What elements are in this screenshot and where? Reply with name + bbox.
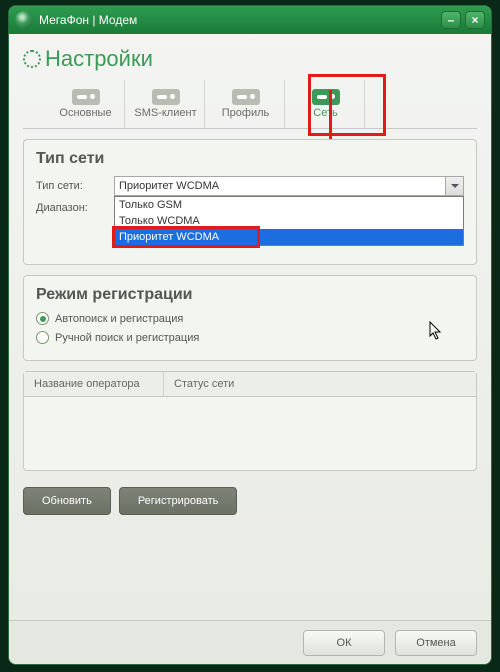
chevron-down-icon[interactable] bbox=[445, 177, 463, 195]
tab-network[interactable]: Сеть bbox=[287, 80, 365, 128]
tab-basic[interactable]: Основные bbox=[47, 80, 125, 128]
dropdown-option-selected[interactable]: Приоритет WCDMA bbox=[115, 229, 463, 245]
dropdown-option[interactable]: Только WCDMA bbox=[115, 213, 463, 229]
key-icon bbox=[312, 89, 340, 105]
tab-profile-label: Профиль bbox=[222, 107, 270, 119]
network-type-title: Тип сети bbox=[36, 150, 464, 168]
radio-icon bbox=[36, 312, 49, 325]
column-operator[interactable]: Название оператора bbox=[24, 372, 164, 396]
network-type-panel: Тип сети Тип сети: Приоритет WCDMA Тольк… bbox=[23, 139, 477, 265]
radio-icon bbox=[36, 331, 49, 344]
dropdown-option[interactable]: Только GSM bbox=[115, 197, 463, 213]
network-type-select[interactable]: Приоритет WCDMA bbox=[114, 176, 464, 196]
key-icon bbox=[232, 89, 260, 105]
minimize-button[interactable]: – bbox=[441, 11, 461, 29]
key-icon bbox=[72, 89, 100, 105]
operators-table: Название оператора Статус сети bbox=[23, 371, 477, 471]
key-icon bbox=[152, 89, 180, 105]
radio-manual[interactable]: Ручной поиск и регистрация bbox=[36, 331, 464, 344]
close-button[interactable]: × bbox=[465, 11, 485, 29]
tabs: Основные SMS-клиент Профиль Сеть bbox=[23, 80, 477, 129]
registration-title: Режим регистрации bbox=[36, 286, 464, 304]
tab-sms[interactable]: SMS-клиент bbox=[127, 80, 205, 128]
network-type-value: Приоритет WCDMA bbox=[119, 180, 219, 192]
column-status[interactable]: Статус сети bbox=[164, 372, 244, 396]
tab-network-label: Сеть bbox=[313, 107, 337, 119]
radio-auto[interactable]: Автопоиск и регистрация bbox=[36, 312, 464, 325]
page-title: Настройки bbox=[23, 46, 477, 72]
content-area: Настройки Основные SMS-клиент Профиль Се… bbox=[9, 34, 491, 515]
megafon-logo-icon bbox=[15, 11, 33, 29]
cancel-button[interactable]: Отмена bbox=[395, 630, 477, 656]
radio-manual-label: Ручной поиск и регистрация bbox=[55, 332, 199, 344]
ok-button[interactable]: ОК bbox=[303, 630, 385, 656]
page-title-text: Настройки bbox=[45, 46, 153, 72]
register-button[interactable]: Регистрировать bbox=[119, 487, 238, 515]
radio-auto-label: Автопоиск и регистрация bbox=[55, 313, 183, 325]
refresh-button[interactable]: Обновить bbox=[23, 487, 111, 515]
window-title: МегаФон | Модем bbox=[39, 13, 441, 27]
footer: ОК Отмена bbox=[9, 620, 491, 664]
network-type-label: Тип сети: bbox=[36, 180, 114, 192]
titlebar: МегаФон | Модем – × bbox=[9, 6, 491, 34]
app-window: МегаФон | Модем – × Настройки Основные S… bbox=[8, 5, 492, 665]
network-type-dropdown: Только GSM Только WCDMA Приоритет WCDMA bbox=[114, 196, 464, 246]
tab-basic-label: Основные bbox=[59, 107, 111, 119]
tab-sms-label: SMS-клиент bbox=[134, 107, 196, 119]
range-label: Диапазон: bbox=[36, 202, 114, 214]
registration-panel: Режим регистрации Автопоиск и регистраци… bbox=[23, 275, 477, 361]
tab-profile[interactable]: Профиль bbox=[207, 80, 285, 128]
gear-icon bbox=[23, 50, 41, 68]
